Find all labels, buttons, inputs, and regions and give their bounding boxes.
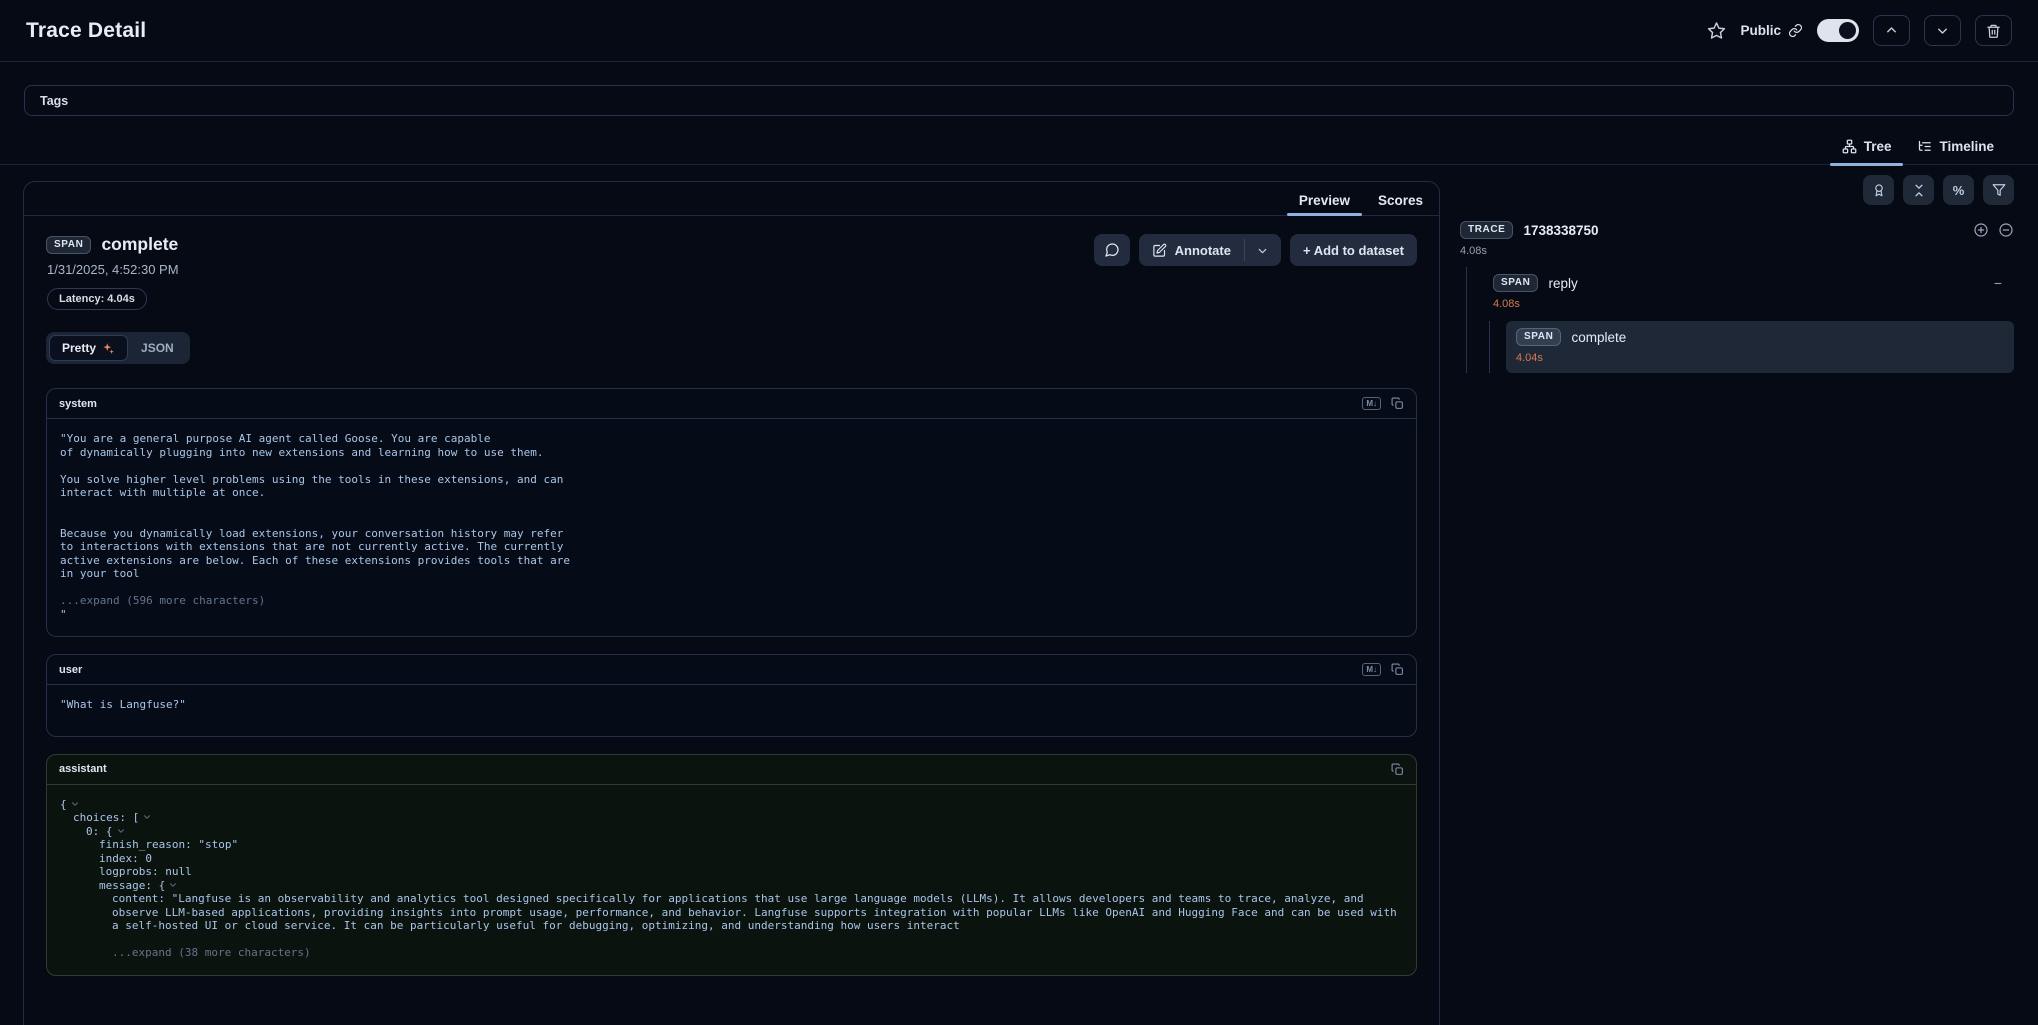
expand-link[interactable]: ...expand (596 more characters) xyxy=(60,594,1403,608)
message-user: user M↓ "What is Langfuse?" xyxy=(46,654,1417,737)
page-title: Trace Detail xyxy=(26,19,146,43)
tab-tree[interactable]: Tree xyxy=(1842,139,1892,164)
percent-icon: % xyxy=(1953,183,1965,198)
link-icon xyxy=(1788,23,1803,38)
span-name: complete xyxy=(1571,330,1626,345)
chevron-down-icon[interactable] xyxy=(142,812,152,822)
public-label: Public xyxy=(1740,23,1781,38)
next-trace-button[interactable] xyxy=(1924,15,1961,46)
annotate-button[interactable]: Annotate xyxy=(1139,234,1244,266)
span-timestamp: 1/31/2025, 4:52:30 PM xyxy=(47,262,179,277)
chevron-down-icon[interactable] xyxy=(116,826,126,836)
tab-timeline-label: Timeline xyxy=(1939,139,1994,154)
trace-duration: 4.08s xyxy=(1460,245,2014,257)
expand-all-plus-icon[interactable] xyxy=(1973,222,1989,238)
json-line: logprobs: null xyxy=(60,865,1403,879)
trace-badge: TRACE xyxy=(1460,221,1513,239)
json-line: 0: { xyxy=(60,825,1403,839)
format-toggle: Pretty JSON xyxy=(46,332,190,364)
trace-node[interactable]: TRACE 1738338750 xyxy=(1460,221,2014,239)
collapse-all-minus-icon[interactable] xyxy=(1998,222,2014,238)
chevron-down-icon[interactable] xyxy=(70,799,80,809)
copy-icon[interactable] xyxy=(1391,397,1404,410)
span-badge: SPAN xyxy=(1493,274,1538,292)
toggle-knob xyxy=(1839,22,1856,39)
public-share-control[interactable]: Public xyxy=(1740,23,1803,38)
tab-preview[interactable]: Preview xyxy=(1297,186,1352,215)
tree-span-complete[interactable]: SPAN complete 4.04s xyxy=(1506,321,2014,373)
system-content: "You are a general purpose AI agent call… xyxy=(60,432,1403,581)
role-label: system xyxy=(59,398,97,410)
filter-button[interactable] xyxy=(1983,175,2014,205)
markdown-icon[interactable]: M↓ xyxy=(1362,397,1381,410)
scores-award-icon-button[interactable] xyxy=(1863,175,1894,205)
span-duration: 4.08s xyxy=(1493,298,2002,310)
message-system: system M↓ "You are a general purpose AI … xyxy=(46,388,1417,637)
span-type-badge: SPAN xyxy=(46,236,91,254)
role-label: user xyxy=(59,664,82,676)
span-duration: 4.04s xyxy=(1516,352,2002,364)
tab-scores[interactable]: Scores xyxy=(1376,186,1425,215)
tree-hierarchy-icon xyxy=(1842,139,1857,154)
format-json-button[interactable]: JSON xyxy=(128,335,187,361)
add-to-dataset-button[interactable]: + Add to dataset xyxy=(1290,234,1417,266)
tree-toolbar: % xyxy=(1460,175,2014,205)
json-line: index: 0 xyxy=(60,852,1403,866)
view-tabs: Tree Timeline xyxy=(0,128,2038,165)
list-tree-icon xyxy=(1917,139,1932,154)
span-name: reply xyxy=(1548,276,1577,291)
sparkles-icon xyxy=(102,342,115,355)
json-line: content: "Langfuse is an observability a… xyxy=(60,892,1403,933)
span-title: complete xyxy=(101,234,178,255)
copy-icon[interactable] xyxy=(1391,663,1404,676)
latency-badge: Latency: 4.04s xyxy=(47,288,147,310)
bookmark-star-icon[interactable] xyxy=(1707,21,1726,40)
tab-tree-label: Tree xyxy=(1864,139,1892,154)
tab-timeline[interactable]: Timeline xyxy=(1917,139,1994,164)
assistant-json-tree: {choices: [0: {finish_reason: "stop"inde… xyxy=(60,798,1403,933)
tree-span-reply[interactable]: SPAN reply − 4.08s xyxy=(1483,267,2014,319)
expand-link[interactable]: ...expand (38 more characters) xyxy=(60,946,1403,960)
message-assistant: assistant {choices: [0: {finish_reason: … xyxy=(46,754,1417,976)
annotate-caret-button[interactable] xyxy=(1245,234,1281,266)
copy-icon[interactable] xyxy=(1391,763,1404,776)
collapse-node-icon[interactable]: − xyxy=(1994,276,2002,290)
role-label: assistant xyxy=(59,763,107,775)
span-badge: SPAN xyxy=(1516,328,1561,346)
public-toggle[interactable] xyxy=(1817,19,1859,42)
span-meta: SPAN complete 1/31/2025, 4:52:30 PM Late… xyxy=(46,234,179,310)
pretty-label: Pretty xyxy=(62,341,96,355)
user-content: "What is Langfuse?" xyxy=(60,698,1403,712)
delete-trace-button[interactable] xyxy=(1975,15,2012,46)
format-pretty-button[interactable]: Pretty xyxy=(49,335,128,361)
trace-id: 1738338750 xyxy=(1523,223,1598,238)
trace-tree-panel: % TRACE 1738338750 4.08s xyxy=(1440,165,2038,373)
collapse-all-icon-button[interactable] xyxy=(1903,175,1934,205)
chevron-down-icon[interactable] xyxy=(168,880,178,890)
percent-metrics-button[interactable]: % xyxy=(1943,175,1974,205)
span-actions: Annotate + Add to dataset xyxy=(1094,234,1417,266)
comment-button[interactable] xyxy=(1094,234,1130,266)
annotate-label: Annotate xyxy=(1175,243,1231,258)
annotate-split-button: Annotate xyxy=(1139,234,1281,266)
message-list: system M↓ "You are a general purpose AI … xyxy=(24,364,1439,1000)
add-to-dataset-label: + Add to dataset xyxy=(1303,243,1404,258)
page-header: Trace Detail Public xyxy=(0,0,2038,62)
span-detail-card: Preview Scores SPAN complete 1/31/2025, … xyxy=(23,181,1440,1025)
json-line: choices: [ xyxy=(60,811,1403,825)
json-line: { xyxy=(60,798,1403,812)
prev-trace-button[interactable] xyxy=(1873,15,1910,46)
edit-pencil-icon xyxy=(1152,243,1167,258)
tags-bar[interactable]: Tags xyxy=(24,85,2014,116)
tags-label: Tags xyxy=(40,94,68,108)
detail-tabs: Preview Scores xyxy=(24,182,1439,216)
closing-quote: " xyxy=(60,608,1403,622)
markdown-icon[interactable]: M↓ xyxy=(1362,663,1381,676)
json-line: message: { xyxy=(60,879,1403,893)
json-line: finish_reason: "stop" xyxy=(60,838,1403,852)
